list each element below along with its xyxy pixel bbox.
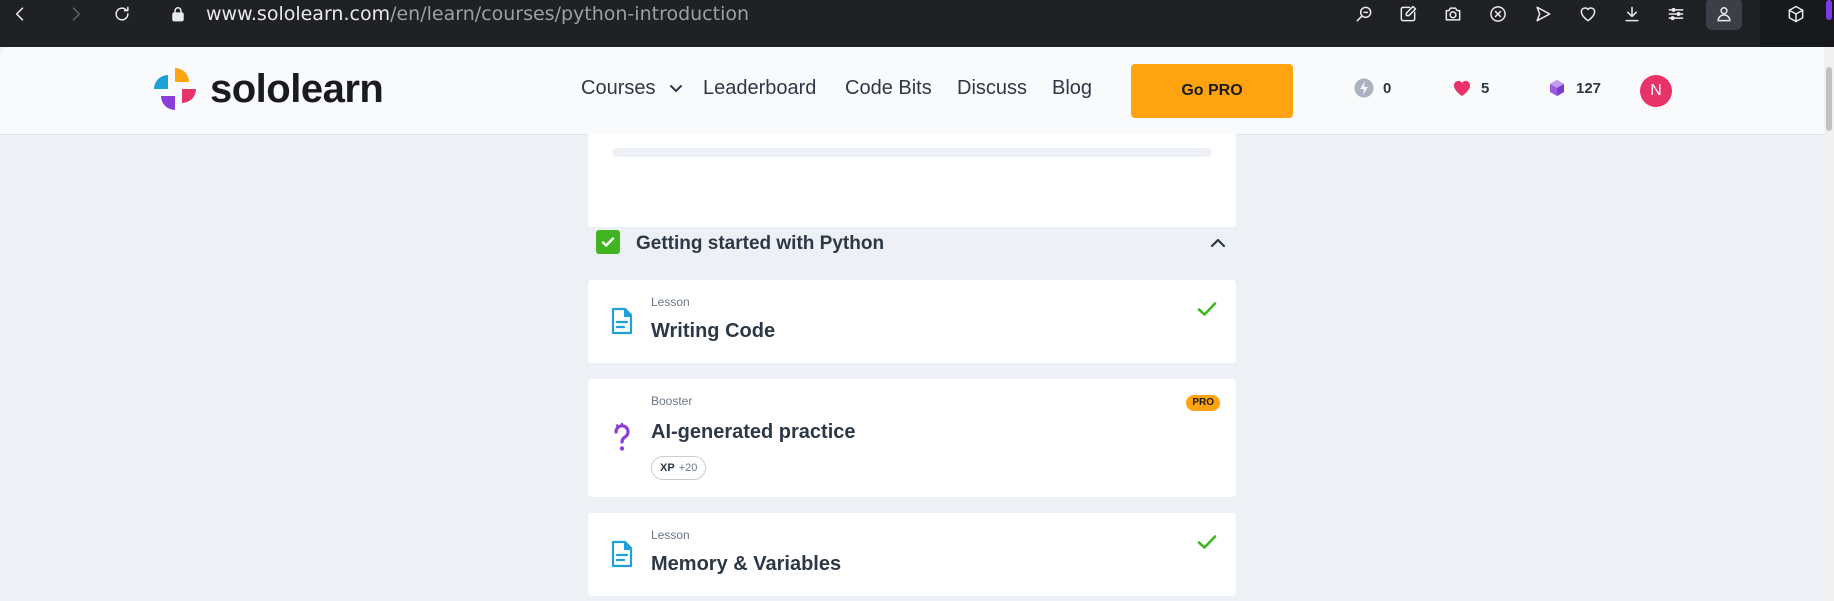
- zoom-icon[interactable]: [1352, 2, 1376, 26]
- streak-count: 0: [1383, 79, 1392, 97]
- site-header: sololearn Courses Leaderboard Code Bits …: [0, 47, 1824, 134]
- booster-title: AI-generated practice: [651, 421, 856, 443]
- gem-icon: [1550, 80, 1564, 96]
- edit-icon[interactable]: [1396, 2, 1420, 26]
- url-path: /en/learn/courses/python-introduction: [390, 3, 750, 25]
- lock-icon[interactable]: [166, 2, 190, 26]
- xp-chip: XP +20: [651, 456, 707, 480]
- nav-discuss[interactable]: Discuss: [957, 77, 1027, 100]
- section-collapse-toggle[interactable]: [1206, 231, 1230, 255]
- nav-blog[interactable]: Blog: [1052, 77, 1092, 100]
- cube-icon[interactable]: [1784, 2, 1808, 26]
- completed-check-icon: [1194, 296, 1220, 322]
- lesson-title: Writing Code: [651, 320, 776, 342]
- back-icon[interactable]: [8, 2, 32, 26]
- streak-counter[interactable]: 0: [1354, 78, 1391, 98]
- page-scrollbar[interactable]: [1824, 47, 1834, 601]
- nav-code-bits[interactable]: Code Bits: [845, 77, 932, 100]
- scrollbar-thumb[interactable]: [1826, 67, 1832, 131]
- lesson-icon: [611, 307, 633, 335]
- booster-card-ai-practice[interactable]: Booster AI-generated practice PRO XP +20: [588, 379, 1236, 497]
- heart-icon: [1453, 80, 1471, 96]
- download-icon[interactable]: [1620, 2, 1644, 26]
- hearts-count: 5: [1481, 79, 1490, 97]
- lesson-icon: [611, 540, 633, 568]
- profile-button[interactable]: [1706, 0, 1742, 30]
- completed-check-icon: [1194, 529, 1220, 555]
- shield-icon[interactable]: [1486, 2, 1510, 26]
- course-progress-bar: [612, 148, 1212, 157]
- send-icon[interactable]: [1531, 2, 1555, 26]
- sidebar-indicator: [1826, 0, 1832, 20]
- xp-label: XP: [660, 462, 675, 474]
- address-bar[interactable]: www.sololearn.com/en/learn/courses/pytho…: [206, 2, 749, 26]
- avatar[interactable]: N: [1640, 75, 1672, 107]
- forward-icon[interactable]: [64, 2, 88, 26]
- lesson-type: Lesson: [651, 528, 690, 542]
- nav-courses[interactable]: Courses: [581, 77, 683, 100]
- hearts-counter[interactable]: 5: [1452, 78, 1489, 98]
- browser-toolbar: www.sololearn.com/en/learn/courses/pytho…: [0, 0, 1834, 47]
- chevron-down-icon: [669, 77, 683, 100]
- profile-icon: [1712, 2, 1736, 26]
- nav-leaderboard[interactable]: Leaderboard: [703, 77, 816, 100]
- logo-text: sololearn: [210, 66, 384, 111]
- camera-icon[interactable]: [1441, 2, 1465, 26]
- lesson-card-writing-code[interactable]: Lesson Writing Code: [588, 280, 1236, 363]
- lesson-title: Memory & Variables: [651, 553, 842, 575]
- lesson-type: Lesson: [651, 295, 690, 309]
- section-title[interactable]: Getting started with Python: [636, 233, 884, 255]
- booster-type: Booster: [651, 394, 693, 408]
- page-content: sololearn Courses Leaderboard Code Bits …: [0, 47, 1834, 601]
- question-icon: [614, 422, 630, 451]
- sololearn-logo[interactable]: sololearn: [150, 64, 384, 114]
- pro-badge: PRO: [1186, 395, 1220, 411]
- nav-courses-label: Courses: [581, 77, 656, 99]
- go-pro-button[interactable]: Go PRO: [1131, 64, 1293, 118]
- url-host: www.sololearn.com: [206, 3, 391, 25]
- gems-counter[interactable]: 127: [1547, 78, 1601, 98]
- logo-mark-icon: [152, 66, 198, 112]
- side-panel: [1760, 0, 1834, 47]
- section-complete-checkbox: [596, 230, 620, 254]
- lesson-card-memory-variables[interactable]: Lesson Memory & Variables: [588, 513, 1236, 596]
- xp-value: +20: [678, 462, 698, 474]
- bolt-icon: [1354, 78, 1374, 98]
- gems-count: 127: [1576, 79, 1602, 97]
- chevron-up-icon: [1210, 238, 1226, 248]
- check-icon: [601, 237, 615, 247]
- reload-icon[interactable]: [110, 2, 134, 26]
- heart-icon[interactable]: [1576, 2, 1600, 26]
- settings-icon[interactable]: [1664, 2, 1688, 26]
